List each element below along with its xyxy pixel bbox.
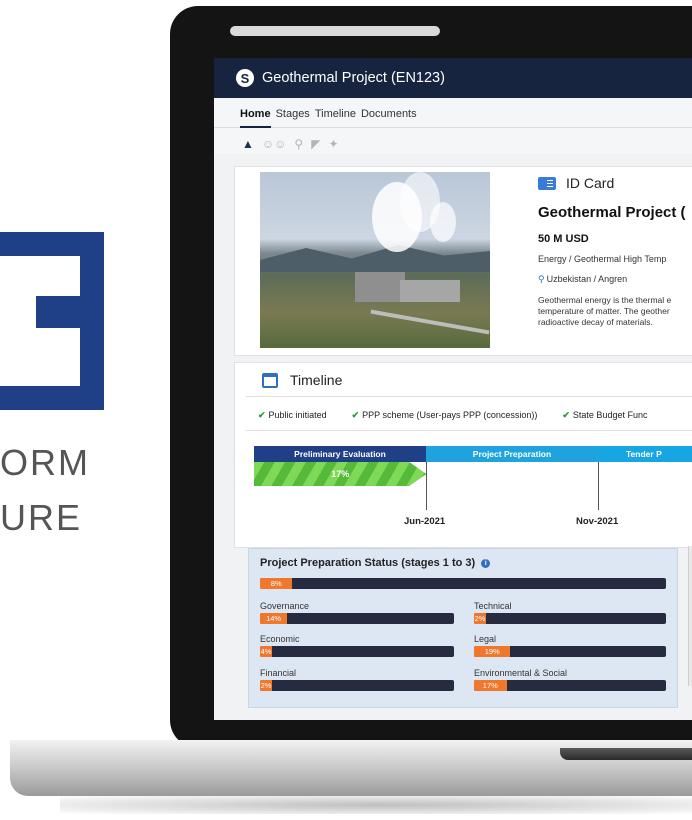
photo-mountains [260, 245, 490, 272]
nav-tabs: Home Stages Timeline Documents [214, 98, 692, 128]
overall-progress-bar: 8% [260, 578, 666, 589]
stage-progress-track: 17% [254, 462, 427, 486]
status-title-row: Project Preparation Status (stages 1 to … [260, 557, 491, 569]
check-item: ✔ State Budget Func [562, 410, 647, 421]
app-logo-icon: S [236, 69, 254, 87]
check-icon: ✔ [562, 410, 570, 420]
timeline-date: Jun-2021 [404, 516, 446, 527]
timeline-tick [598, 462, 599, 510]
environmental-social-fill: 17% [474, 680, 507, 691]
timeline-title: Timeline [290, 372, 343, 388]
check-item: ✔ Public initiated [258, 410, 327, 421]
stage-tender[interactable]: Tender P [598, 446, 692, 462]
technical-bar: 2% [474, 613, 666, 624]
timeline-tick [426, 462, 427, 510]
photo-plant-building [355, 272, 405, 302]
laptop-camera-bar [230, 26, 440, 36]
project-description: Geothermal energy is the thermal e tempe… [538, 295, 692, 328]
status-label-legal: Legal [474, 634, 497, 644]
economic-bar: 4% [260, 646, 454, 657]
laptop-shadow [60, 796, 692, 814]
project-amount: 50 M USD [538, 233, 589, 245]
project-sector: Energy / Geothermal High Temp [538, 254, 667, 264]
financial-bar: 2% [260, 680, 454, 691]
timeline-checks: ✔ Public initiated ✔ PPP scheme (User-pays… [258, 410, 647, 421]
project-photo [260, 172, 490, 348]
stage-project-preparation[interactable]: Project Preparation [426, 446, 598, 462]
search-icon[interactable]: ⚲ [294, 137, 303, 151]
timeline-date: Nov-2021 [576, 516, 619, 527]
divider [246, 430, 692, 431]
project-name: Geothermal Project ( [538, 204, 686, 221]
stage-preliminary-evaluation[interactable]: Preliminary Evaluation [254, 446, 426, 462]
brand-text-line2: URE [0, 497, 83, 538]
laptop-notch [560, 748, 692, 760]
photo-pipeline [370, 309, 490, 335]
legal-fill: 19% [474, 646, 511, 657]
stage-progress-fill: 17% [254, 462, 427, 486]
environmental-social-bar: 17% [474, 680, 666, 691]
id-card-header: ID Card [538, 175, 614, 191]
brand-text-line1: ORM [0, 442, 90, 483]
status-title: Project Preparation Status (stages 1 to … [260, 557, 476, 569]
app-header: S Geothermal Project (EN123) [214, 58, 692, 98]
governance-fill: 14% [260, 613, 288, 624]
economic-fill: 4% [260, 646, 272, 657]
status-label-financial: Financial [260, 668, 297, 678]
tab-stages[interactable]: Stages [276, 108, 310, 127]
tab-home[interactable]: Home [240, 108, 271, 128]
status-label-governance: Governance [260, 601, 310, 611]
people-icon[interactable]: ☺☺ [262, 137, 287, 151]
calendar-icon [262, 372, 278, 388]
info-icon[interactable]: i [481, 558, 491, 568]
description-line: temperature of matter. The geother [538, 306, 670, 316]
financial-fill: 2% [260, 680, 272, 691]
tab-timeline[interactable]: Timeline [315, 108, 356, 127]
adjacent-panel-edge [688, 546, 692, 686]
check-label: State Budget Func [572, 410, 648, 420]
gauge-icon[interactable]: ◤ [311, 137, 320, 151]
id-card-title: ID Card [566, 175, 615, 191]
governance-bar: 14% [260, 613, 454, 624]
handshake-icon[interactable]: ✦ [328, 137, 338, 151]
status-label-technical: Technical [474, 601, 512, 611]
app-title: Geothermal Project (EN123) [262, 70, 445, 86]
check-label: PPP scheme (User-pays PPP (concession)) [362, 410, 538, 420]
description-line: radioactive decay of materials. [538, 317, 653, 327]
marketing-scene: ORM URE S Geothermal Project (EN123) Hom… [0, 0, 692, 820]
check-item: ✔ PPP scheme (User-pays PPP (concession)) [352, 410, 538, 421]
photo-steam-plume [430, 202, 456, 242]
status-label-environmental-social: Environmental & Social [474, 668, 568, 678]
location-pin-icon: ⚲ [538, 274, 545, 284]
technical-fill: 2% [474, 613, 486, 624]
divider [246, 396, 692, 397]
overall-progress-fill: 8% [260, 578, 293, 589]
tab-documents[interactable]: Documents [361, 108, 417, 127]
timeline-header: Timeline [262, 372, 342, 388]
icon-toolbar: ▲ ☺☺ ⚲ ◤ ✦ [214, 128, 692, 154]
project-location-text: Uzbekistan / Angren [546, 274, 628, 284]
check-icon: ✔ [351, 410, 360, 420]
id-card-icon [538, 176, 556, 190]
home-icon[interactable]: ▲ [242, 137, 254, 151]
photo-plant-building [400, 280, 460, 302]
description-line: Geothermal energy is the thermal e [538, 295, 672, 305]
brand-logo [0, 232, 104, 410]
check-label: Public initiated [268, 410, 327, 420]
status-label-economic: Economic [260, 634, 300, 644]
check-icon: ✔ [258, 410, 266, 420]
legal-bar: 19% [474, 646, 666, 657]
project-location: ⚲ Uzbekistan / Angren [538, 274, 627, 285]
